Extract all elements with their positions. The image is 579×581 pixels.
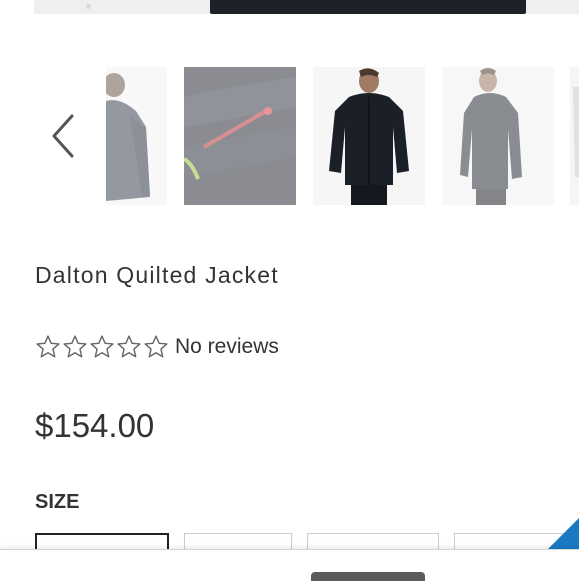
image-indicator-dot xyxy=(86,4,91,9)
thumbnail-front-view[interactable] xyxy=(313,67,425,205)
star-icon xyxy=(144,335,168,358)
star-icon xyxy=(36,335,60,358)
corner-accent xyxy=(547,518,579,550)
bottom-action-bar xyxy=(0,549,579,581)
thumbnail-side-view[interactable] xyxy=(442,67,554,205)
thumbnail-back-view[interactable] xyxy=(106,67,167,205)
product-price: $154.00 xyxy=(35,407,155,444)
thumbnail-zipper-detail[interactable] xyxy=(184,67,296,205)
size-label: SIZE xyxy=(35,491,80,513)
chevron-left-icon[interactable] xyxy=(48,112,82,160)
star-icon xyxy=(63,335,87,358)
jacket-image-bottom xyxy=(210,0,526,14)
star-icon xyxy=(90,335,114,358)
product-rating: No reviews xyxy=(35,333,279,361)
thumbnail-carousel xyxy=(0,62,579,212)
star-icon xyxy=(117,335,141,358)
thumbnail-partial[interactable] xyxy=(570,67,579,205)
rating-stars xyxy=(35,334,169,360)
main-product-image xyxy=(34,0,579,14)
reviews-count-text: No reviews xyxy=(175,335,279,358)
product-title: Dalton Quilted Jacket xyxy=(35,262,279,288)
